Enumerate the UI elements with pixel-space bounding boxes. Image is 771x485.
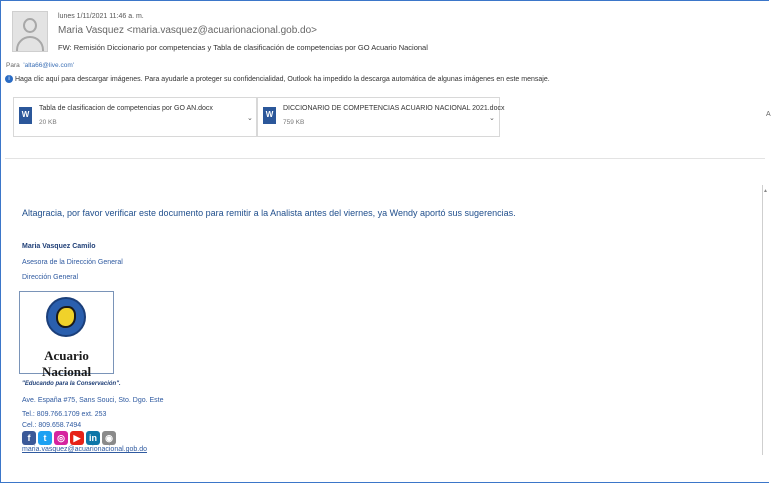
logo-text: Acuario Nacional [41,348,92,379]
facebook-icon[interactable]: f [22,431,36,445]
instagram-icon[interactable]: ◎ [54,431,68,445]
message-body: Altagracia, por favor verificar este doc… [22,208,516,218]
email-recipients: Para 'alta66@live.com' [6,62,74,69]
signature-title: Asesora de la Dirección General [22,259,123,266]
signature-cell: Cel.: 809.658.7494 [22,422,82,429]
signature-department: Dirección General [22,274,79,281]
signature-phone: Tel.: 809.766.1709 ext. 253 [22,411,107,418]
attachment-size: 759 KB [283,119,305,126]
signature-name: Maria Vasquez Camilo [22,243,96,250]
to-value[interactable]: 'alta66@live.com' [23,62,74,69]
chevron-down-icon[interactable]: ⌄ [247,114,253,122]
chevron-down-icon[interactable]: ⌄ [489,114,495,122]
infobar-text: Haga clic aquí para descargar imágenes. … [15,75,550,83]
logo-emblem [46,297,86,337]
email-subject: FW: Remisión Diccionario por competencia… [58,43,428,52]
linkedin-icon[interactable]: in [86,431,100,445]
acuario-nacional-logo: Acuario Nacional [19,291,114,379]
sender-avatar [12,11,48,52]
signature-slogan: "Educando para la Conservación". [22,381,121,387]
to-label: Para [6,62,20,69]
scroll-up-icon[interactable]: ▲ [763,188,768,194]
info-icon: i [5,75,13,83]
email-date: lunes 1/11/2021 11:46 a. m. [58,13,144,20]
edge-label: A [766,111,771,118]
email-sender[interactable]: Maria Vasquez <maria.vasquez@acuarionaci… [58,25,317,36]
word-document-icon [263,104,282,124]
attachment-size: 20 KB [39,119,57,126]
attachment-name: DICCIONARIO DE COMPETENCIAS ACUARIO NACI… [283,105,505,112]
header-divider [5,158,765,159]
signature-address: Ave. España #75, Sans Souci, Sto. Dgo. E… [22,397,164,404]
attachment-name: Tabla de clasificacion de competencias p… [39,105,213,112]
signature-email-link[interactable]: maria.vasquez@acuarionacional.gob.do [22,446,147,453]
twitter-icon[interactable]: t [38,431,52,445]
website-icon[interactable]: ◉ [102,431,116,445]
word-document-icon [19,104,38,124]
attachment-2[interactable]: DICCIONARIO DE COMPETENCIAS ACUARIO NACI… [257,97,504,137]
email-reading-pane [0,0,769,483]
image-download-infobar[interactable]: i Haga clic aquí para descargar imágenes.… [5,75,550,83]
fish-icon [56,306,76,328]
attachment-1[interactable]: Tabla de clasificacion de competencias p… [13,97,257,137]
vertical-scrollbar[interactable] [762,185,771,455]
youtube-icon[interactable]: ▶ [70,431,84,445]
